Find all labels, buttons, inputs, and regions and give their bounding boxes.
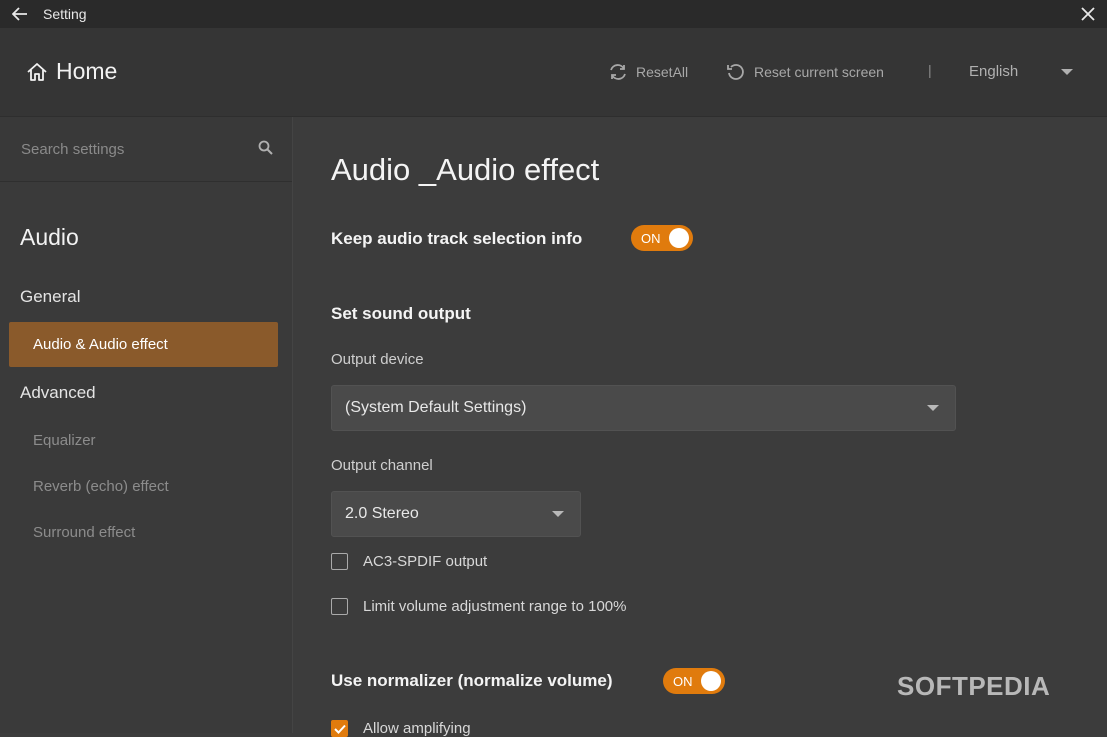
window-title: Setting — [43, 6, 87, 22]
reset-all-button[interactable]: ResetAll — [608, 63, 688, 81]
normalizer-toggle[interactable]: ON — [663, 668, 725, 694]
sidebar: Search settings Audio General Audio & Au… — [0, 117, 293, 733]
reset-all-label: ResetAll — [636, 64, 689, 80]
allow-amplifying-checkbox[interactable]: Allow amplifying — [331, 720, 471, 737]
sidebar-item-label: Audio & Audio effect — [33, 336, 168, 353]
checkbox-box[interactable] — [331, 598, 348, 615]
header: Home ResetAll Reset current screen | Eng… — [0, 28, 1107, 117]
header-separator: | — [928, 62, 932, 78]
search-box[interactable]: Search settings — [0, 117, 292, 182]
reset-icon — [727, 64, 744, 80]
sidebar-item-equalizer[interactable]: Equalizer — [33, 432, 96, 449]
ac3-spdif-checkbox[interactable]: AC3-SPDIF output — [331, 553, 487, 570]
checkbox-label: Limit volume adjustment range to 100% — [363, 598, 627, 615]
checkbox-box[interactable] — [331, 553, 348, 570]
search-input[interactable]: Search settings — [21, 141, 124, 158]
sidebar-item-general[interactable]: General — [20, 287, 80, 307]
sidebar-item-reverb[interactable]: Reverb (echo) effect — [33, 478, 169, 495]
sidebar-item-advanced[interactable]: Advanced — [20, 383, 96, 403]
page-title: Audio _Audio effect — [331, 152, 600, 187]
keep-track-toggle[interactable]: ON — [631, 225, 693, 251]
output-device-value: (System Default Settings) — [345, 399, 527, 416]
checkbox-label: Allow amplifying — [363, 720, 471, 737]
sidebar-item-surround[interactable]: Surround effect — [33, 524, 135, 541]
main-content: Audio _Audio effect Keep audio track sel… — [293, 117, 1107, 737]
toggle-state: ON — [641, 231, 661, 246]
checkbox-label: AC3-SPDIF output — [363, 553, 488, 570]
output-device-label: Output device — [331, 351, 424, 368]
output-channel-select[interactable]: 2.0 Stereo — [331, 491, 581, 537]
toggle-knob — [669, 228, 689, 248]
chevron-down-icon — [552, 511, 564, 517]
chevron-down-icon[interactable] — [1061, 69, 1073, 75]
watermark: SOFTPEDIA — [897, 671, 1051, 701]
toggle-state: ON — [673, 674, 693, 689]
checkmark-icon — [333, 724, 346, 734]
normalizer-label: Use normalizer (normalize volume) — [331, 671, 613, 690]
keep-track-label: Keep audio track selection info — [331, 229, 583, 248]
output-device-select[interactable]: (System Default Settings) — [331, 385, 956, 431]
home-label: Home — [56, 58, 118, 84]
sidebar-section-title: Audio — [20, 224, 79, 250]
toggle-knob — [701, 671, 721, 691]
search-icon[interactable] — [258, 140, 274, 156]
close-icon[interactable] — [1077, 3, 1099, 25]
title-bar: Setting — [0, 0, 1107, 28]
home-icon — [27, 62, 47, 81]
refresh-icon — [610, 64, 626, 80]
reset-screen-button[interactable]: Reset current screen — [726, 63, 884, 81]
reset-screen-label: Reset current screen — [754, 64, 884, 80]
sound-output-heading: Set sound output — [331, 304, 471, 323]
limit-volume-checkbox[interactable]: Limit volume adjustment range to 100% — [331, 598, 626, 615]
language-select[interactable]: English — [969, 63, 1018, 80]
output-channel-label: Output channel — [331, 457, 433, 474]
output-channel-value: 2.0 Stereo — [345, 505, 419, 522]
chevron-down-icon — [927, 405, 939, 411]
back-arrow-icon[interactable] — [9, 3, 31, 25]
home-button[interactable]: Home — [26, 58, 117, 85]
sidebar-item-audio-effect[interactable]: Audio & Audio effect — [9, 322, 278, 367]
checkbox-box[interactable] — [331, 720, 348, 737]
